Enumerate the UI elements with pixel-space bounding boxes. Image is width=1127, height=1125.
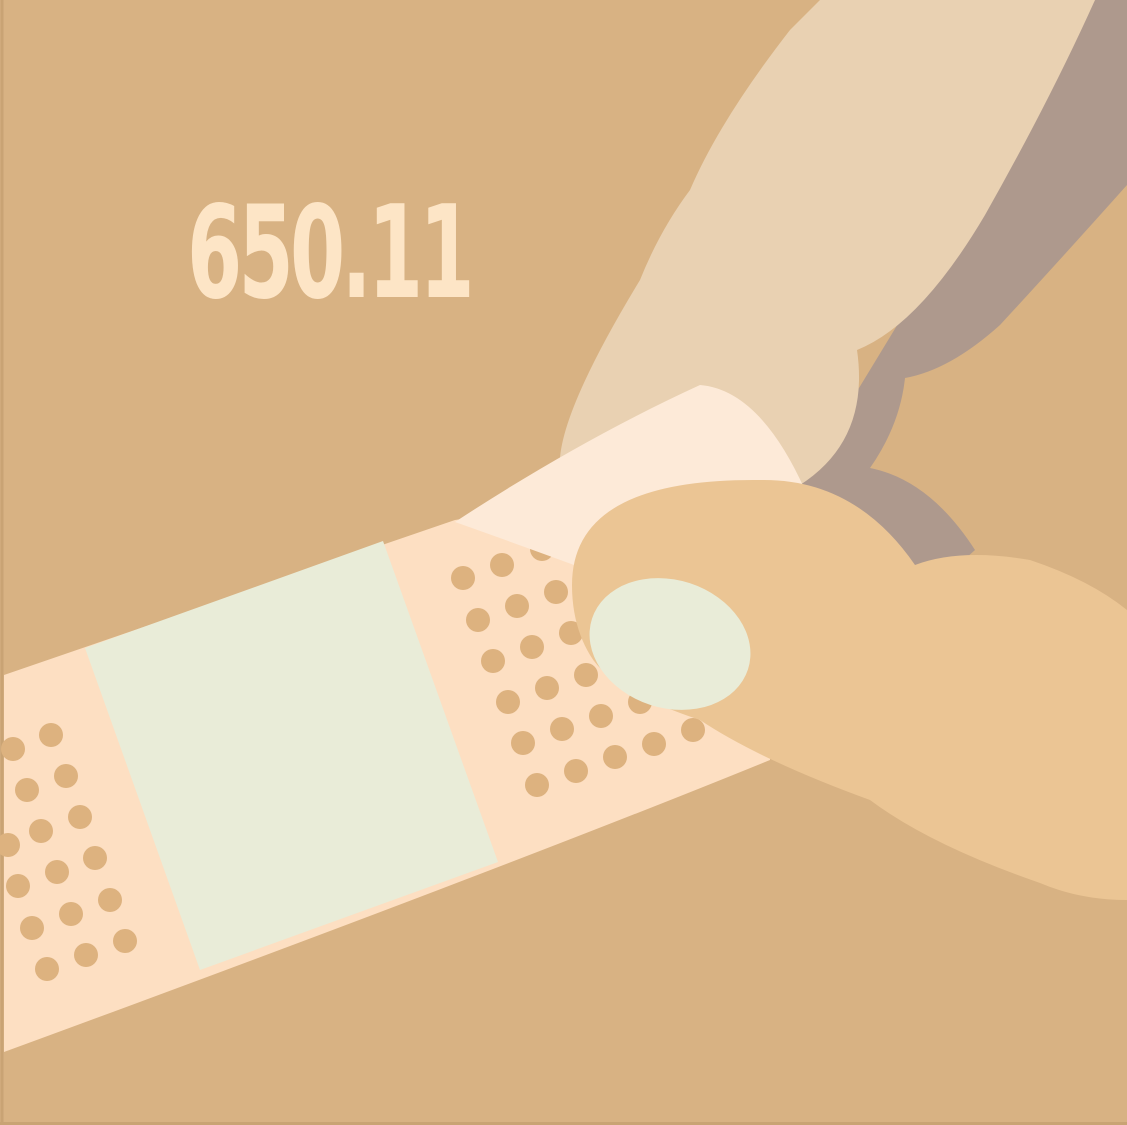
bandage-hole — [466, 608, 490, 632]
bandage-hole — [511, 731, 535, 755]
bandage-hole — [550, 717, 574, 741]
bandage-hole — [29, 819, 53, 843]
bandage-hole — [68, 805, 92, 829]
bandage-hole — [642, 732, 666, 756]
bandage-hole — [490, 553, 514, 577]
bandage-hole — [74, 943, 98, 967]
bandage-hole — [544, 580, 568, 604]
bandage-hole — [54, 764, 78, 788]
bandage-hole — [35, 957, 59, 981]
bandage-hole — [496, 690, 520, 714]
code-label: 650.11 — [187, 179, 475, 328]
bandage-hole — [83, 846, 107, 870]
bandage-illustration: 650.11 — [0, 0, 1127, 1125]
bandage-hole — [681, 718, 705, 742]
bandage-hole — [15, 778, 39, 802]
bandage-hole — [59, 902, 83, 926]
illustration-scene — [0, 0, 1127, 1125]
bandage-hole — [603, 745, 627, 769]
bandage-hole — [525, 773, 549, 797]
bandage-hole — [564, 759, 588, 783]
bandage-hole — [113, 929, 137, 953]
bandage-hole — [589, 704, 613, 728]
bandage-hole — [39, 723, 63, 747]
bandage-hole — [20, 916, 44, 940]
bandage-hole — [505, 594, 529, 618]
bandage-hole — [535, 676, 559, 700]
bandage-hole — [520, 635, 544, 659]
bandage-hole — [574, 663, 598, 687]
bandage-hole — [6, 874, 30, 898]
bandage-hole — [1, 737, 25, 761]
bandage-hole — [45, 860, 69, 884]
bandage-hole — [481, 649, 505, 673]
bandage-hole — [451, 566, 475, 590]
bandage-hole — [98, 888, 122, 912]
